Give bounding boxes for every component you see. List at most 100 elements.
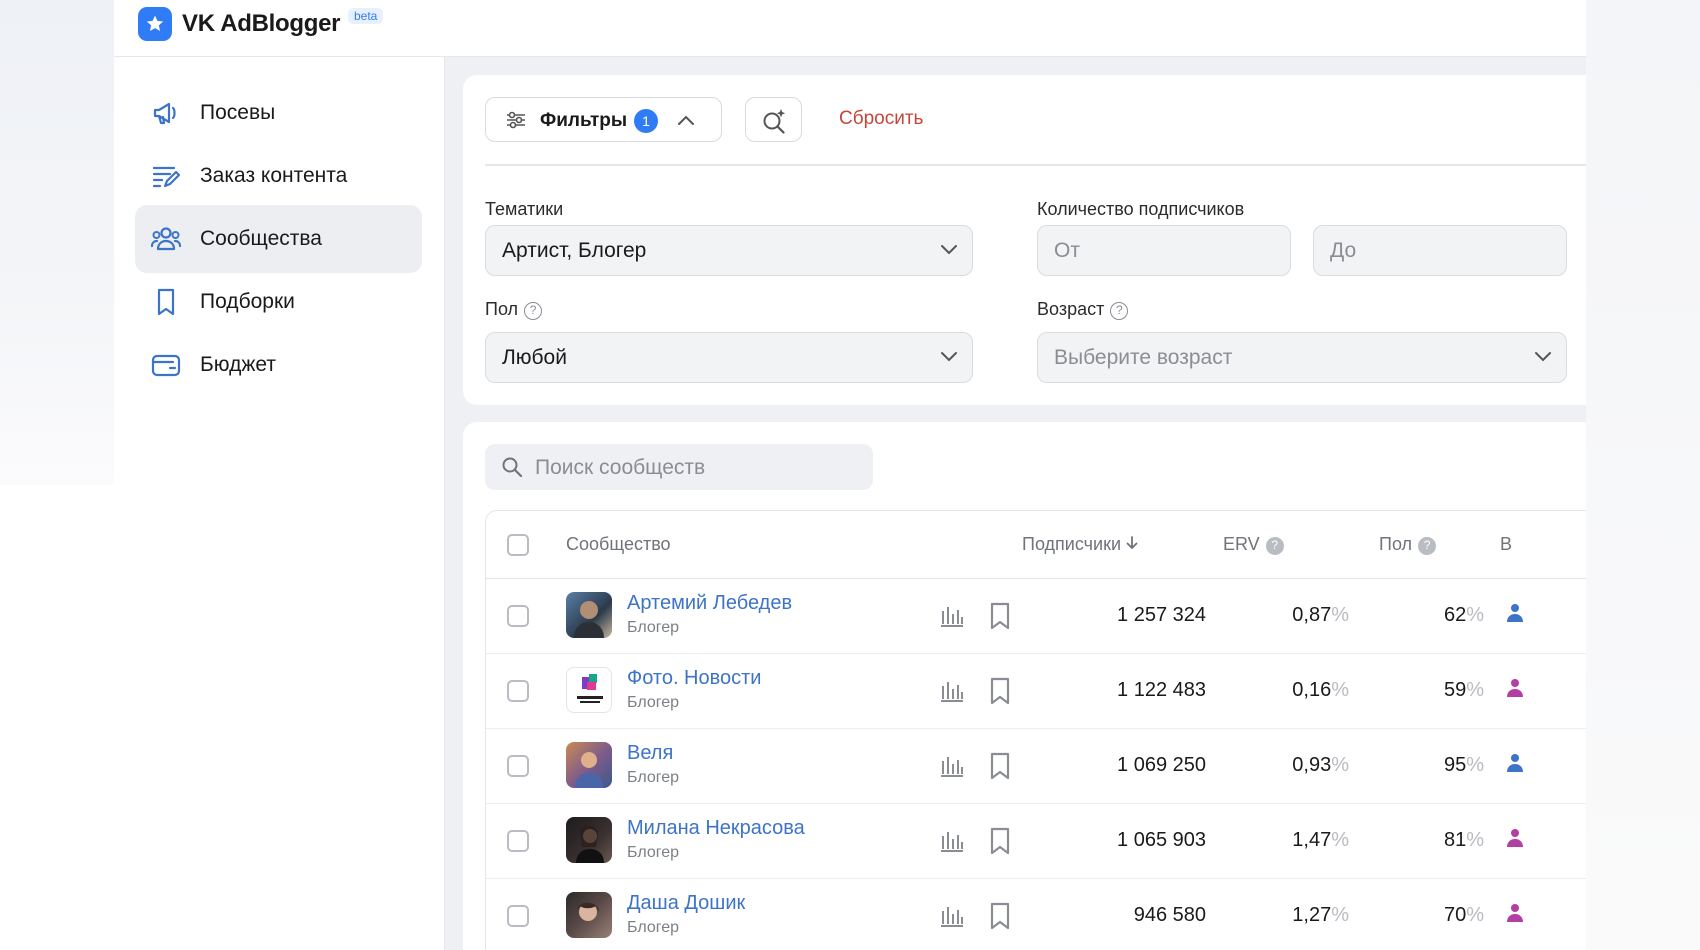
bookmark-icon[interactable]: [989, 902, 1011, 930]
female-user-icon: [1507, 829, 1523, 847]
sidebar-item-budget[interactable]: Бюджет: [135, 331, 422, 399]
row-checkbox[interactable]: [507, 905, 529, 927]
top-bar: VK AdBlogger beta: [114, 0, 1586, 57]
gender-select[interactable]: Любой: [485, 332, 973, 383]
filters-divider: [485, 164, 1586, 166]
stats-icon[interactable]: [939, 605, 965, 627]
sidebar-item-communities[interactable]: Сообщества: [135, 205, 422, 273]
community-name[interactable]: Артемий Лебедев: [627, 592, 792, 615]
male-user-icon: [1507, 754, 1523, 772]
help-icon[interactable]: ?: [1265, 537, 1284, 555]
stats-icon[interactable]: [939, 905, 965, 927]
avatar[interactable]: [566, 592, 612, 638]
table-row[interactable]: Милана Некрасова Блогер 1 065 903 1,47% …: [486, 804, 1586, 879]
help-icon[interactable]: ?: [1110, 302, 1129, 320]
bookmark-icon[interactable]: [989, 827, 1011, 855]
table-row[interactable]: Веля Блогер 1 069 250 0,93% 95%: [486, 729, 1586, 804]
sidebar-item-content-order[interactable]: Заказ контента: [135, 142, 422, 210]
column-subscribers[interactable]: Подписчики: [1022, 534, 1138, 555]
sidebar-item-posevy[interactable]: Посевы: [135, 79, 422, 147]
help-icon[interactable]: ?: [524, 302, 543, 320]
community-search-input[interactable]: Поиск сообществ: [485, 444, 873, 490]
table-row[interactable]: Фото. Новости Блогер 1 122 483 0,16% 59%: [486, 654, 1586, 729]
gender-number: 59: [1443, 679, 1467, 701]
communities-table: Сообщество Подписчики ERV? Пол? В Артеми…: [485, 510, 1586, 950]
chevron-down-icon: [1535, 352, 1551, 362]
age-filter-label: Возраст?: [1037, 299, 1129, 320]
row-checkbox[interactable]: [507, 680, 529, 702]
gender-filter-label: Пол?: [485, 299, 543, 320]
reset-filters-link[interactable]: Сбросить: [839, 108, 923, 130]
age-placeholder: Выберите возраст: [1054, 346, 1233, 369]
avatar[interactable]: [566, 892, 612, 938]
gender-filter-label-text: Пол: [485, 299, 519, 319]
community-category: Блогер: [627, 844, 680, 861]
gender-number: 95: [1443, 754, 1467, 776]
bookmark-icon[interactable]: [989, 602, 1011, 630]
bookmark-icon: [157, 288, 175, 316]
subscribers-count: 946 580: [1133, 904, 1206, 926]
sort-down-icon: [1126, 536, 1138, 550]
age-filter-label-text: Возраст: [1037, 299, 1105, 319]
community-name[interactable]: Милана Некрасова: [627, 817, 805, 840]
row-checkbox[interactable]: [507, 755, 529, 777]
avatar[interactable]: [566, 742, 612, 788]
stats-icon[interactable]: [939, 755, 965, 777]
filters-toggle-button[interactable]: Фильтры 1: [485, 97, 722, 142]
row-checkbox[interactable]: [507, 830, 529, 852]
sliders-icon: [507, 111, 525, 129]
row-checkbox[interactable]: [507, 605, 529, 627]
erv-value: 0,16%: [1292, 679, 1349, 701]
community-name[interactable]: Даша Дошик: [627, 892, 745, 915]
sidebar-item-label: Посевы: [200, 101, 276, 124]
erv-value: 0,87%: [1292, 604, 1349, 626]
table-row[interactable]: Артемий Лебедев Блогер 1 257 324 0,87% 6…: [486, 579, 1586, 654]
table-row[interactable]: Даша Дошик Блогер 946 580 1,27% 70%: [486, 879, 1586, 950]
gender-number: 62: [1443, 604, 1467, 626]
column-gender-label: Пол: [1379, 534, 1413, 554]
background-left: [0, 0, 114, 485]
sidebar-item-label: Бюджет: [200, 353, 276, 376]
gender-percent: 62%: [1443, 604, 1484, 626]
help-icon[interactable]: ?: [1418, 537, 1437, 555]
community-name[interactable]: Веля: [627, 742, 673, 765]
app-title[interactable]: VK AdBlogger: [182, 10, 340, 38]
subscribers-from-input[interactable]: От: [1037, 225, 1291, 276]
subscribers-count: 1 122 483: [1117, 679, 1206, 701]
community-name[interactable]: Фото. Новости: [627, 667, 761, 690]
bookmark-icon[interactable]: [989, 677, 1011, 705]
bookmark-icon[interactable]: [989, 752, 1011, 780]
subscribers-from-placeholder: От: [1054, 239, 1080, 262]
chevron-up-icon: [678, 115, 694, 125]
community-category: Блогер: [627, 769, 680, 786]
community-category: Блогер: [627, 694, 680, 711]
avatar[interactable]: [566, 817, 612, 863]
content-order-icon: [152, 166, 181, 188]
sidebar: Посевы Заказ контента Сообщества Подборк…: [114, 57, 445, 950]
stats-icon[interactable]: [939, 830, 965, 852]
avatar[interactable]: [566, 667, 612, 713]
filters-panel: Фильтры 1 Сбросить Тематики Артист, Блог…: [463, 75, 1586, 405]
search-placeholder: Поиск сообществ: [535, 456, 706, 479]
male-user-icon: [1507, 604, 1523, 622]
wallet-icon: [151, 354, 181, 377]
gender-number: 70: [1443, 904, 1467, 926]
topics-value: Артист, Блогер: [502, 239, 647, 262]
logo-star-icon[interactable]: [138, 7, 172, 41]
community-category: Блогер: [627, 619, 680, 636]
megaphone-icon: [153, 102, 176, 125]
gender-value: Любой: [502, 346, 567, 369]
sidebar-item-collections[interactable]: Подборки: [135, 268, 422, 336]
main-content: Фильтры 1 Сбросить Тематики Артист, Блог…: [445, 57, 1586, 950]
stats-icon[interactable]: [939, 680, 965, 702]
select-all-checkbox[interactable]: [507, 534, 529, 556]
communities-icon: [151, 227, 181, 251]
gender-percent: 81%: [1443, 829, 1484, 851]
sidebar-item-label: Сообщества: [200, 227, 322, 250]
subscribers-to-input[interactable]: До: [1313, 225, 1567, 276]
ai-search-button[interactable]: [745, 97, 802, 142]
age-select[interactable]: Выберите возраст: [1037, 332, 1567, 383]
community-category: Блогер: [627, 919, 680, 936]
topics-select[interactable]: Артист, Блогер: [485, 225, 973, 276]
female-user-icon: [1507, 679, 1523, 697]
